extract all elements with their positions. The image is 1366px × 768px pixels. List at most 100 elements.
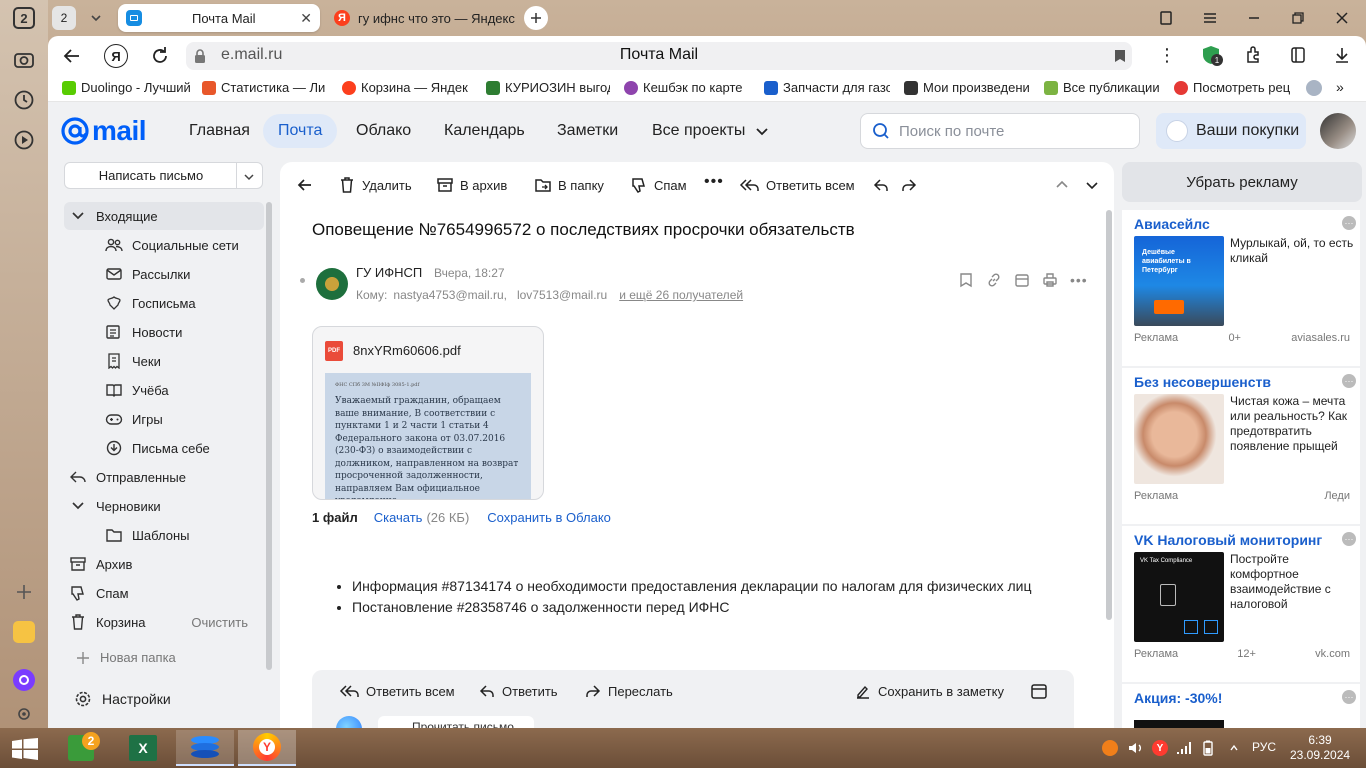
download-icon[interactable] — [1332, 45, 1352, 65]
sidebar-item[interactable]: Рассылки — [64, 260, 264, 288]
sidebar-item[interactable]: Чеки — [64, 347, 264, 375]
bookmark-item[interactable]: Запчасти для газо — [764, 80, 890, 95]
close-window-icon[interactable] — [1330, 6, 1354, 30]
panel-settings-icon[interactable] — [12, 702, 36, 726]
recipient-email[interactable]: lov7513@mail.ru — [517, 288, 607, 302]
nav-home[interactable]: Главная — [174, 114, 265, 148]
screenshot-icon[interactable] — [12, 48, 36, 72]
clock[interactable]: 6:39 23.09.2024 — [1290, 733, 1350, 763]
new-tab-button[interactable] — [524, 6, 548, 30]
next-letter-icon[interactable] — [1084, 174, 1100, 196]
attachment-card[interactable]: PDF 8nxYRm60606.pdf ФНС СПб 3М №IIФIф 30… — [312, 326, 544, 500]
archive-button[interactable]: В архив — [436, 174, 507, 196]
sidebar-item[interactable]: Архив — [64, 550, 264, 578]
nav-notes[interactable]: Заметки — [542, 114, 633, 148]
nav-mail[interactable]: Почта — [263, 114, 338, 148]
move-button[interactable]: В папку — [534, 174, 604, 196]
nav-all-projects[interactable]: Все проекты — [637, 114, 784, 148]
more-actions-icon[interactable]: ••• — [704, 171, 724, 193]
empty-trash-button[interactable]: Очистить — [191, 615, 248, 630]
sidebar-item[interactable]: Учёба — [64, 376, 264, 404]
menu-icon[interactable] — [1198, 6, 1222, 30]
restore-icon[interactable] — [1286, 6, 1310, 30]
minimize-icon[interactable] — [1242, 6, 1266, 30]
mail-logo[interactable]: mail — [60, 114, 147, 148]
sidebar-scrollbar[interactable] — [266, 202, 272, 670]
taskbar-app-stack[interactable] — [176, 730, 234, 766]
adblock-extension-icon[interactable]: 1 — [1200, 44, 1223, 66]
more-recipients-link[interactable]: и ещё 26 получателей — [619, 288, 743, 302]
tab-counter-button[interactable]: 2 — [12, 6, 36, 30]
avatar[interactable] — [1320, 113, 1356, 149]
back-arrow-icon[interactable] — [60, 44, 84, 68]
bookmark-item[interactable]: Статистика — Ли — [202, 80, 328, 95]
ad-menu-icon[interactable]: ··· — [1342, 532, 1356, 546]
letter-scrollbar[interactable] — [1106, 210, 1112, 620]
profile-bookmark-icon[interactable] — [1306, 80, 1322, 96]
more-icon[interactable]: ••• — [1070, 272, 1088, 288]
prev-letter-icon[interactable] — [1054, 174, 1070, 196]
yandex-tray-icon[interactable]: Y — [1152, 740, 1168, 756]
calendar-icon[interactable] — [1014, 272, 1030, 288]
nav-calendar[interactable]: Календарь — [429, 114, 540, 148]
remove-ads-button[interactable]: Убрать рекламу — [1122, 162, 1362, 202]
ad-menu-icon[interactable]: ··· — [1342, 216, 1356, 230]
sidebar-item[interactable]: Корзина Очистить — [64, 608, 264, 636]
ad-menu-icon[interactable]: ··· — [1342, 690, 1356, 704]
compose-button[interactable]: Написать письмо — [64, 162, 263, 189]
network-icon[interactable] — [1176, 741, 1192, 755]
back-button[interactable] — [296, 174, 314, 196]
taskbar-app-excel[interactable]: X — [114, 730, 172, 766]
reply-all-button[interactable]: Ответить всем — [738, 174, 855, 196]
alice-icon[interactable] — [12, 668, 36, 692]
link-icon[interactable] — [986, 272, 1002, 288]
bookmark-item[interactable]: Duolingo - Лучший — [62, 80, 190, 95]
bookmark-item[interactable]: Посмотреть рец — [1174, 80, 1302, 95]
tab-yandex-search[interactable]: Я гу ифнс что это — Яндекс — [326, 4, 526, 32]
bookmark-icon[interactable] — [1114, 49, 1126, 63]
bookmark-item[interactable]: Корзина — Яндекс — [342, 80, 468, 95]
tray-app-icon[interactable] — [1102, 740, 1118, 756]
download-link[interactable]: Скачать — [374, 510, 423, 525]
ad-card[interactable]: Без несовершенств ··· Чистая кожа – мечт… — [1122, 368, 1360, 524]
delete-button[interactable]: Удалить — [338, 174, 412, 196]
collections-panel-icon[interactable] — [1288, 45, 1308, 65]
collections-icon[interactable] — [1154, 6, 1178, 30]
read-letter-chip[interactable]: Прочитать письмо — [378, 716, 534, 728]
sidebar-item[interactable]: Письма себе — [64, 434, 264, 462]
url-bar[interactable]: e.mail.ru Почта Mail — [186, 42, 1132, 70]
tabs-dropdown-icon[interactable] — [84, 6, 108, 30]
ad-card[interactable]: Авиасейлс ··· Дешёвые авиабилеты в Петер… — [1122, 210, 1360, 366]
add-panel-icon[interactable] — [12, 580, 36, 604]
history-icon[interactable] — [12, 88, 36, 112]
save-cloud-link[interactable]: Сохранить в Облако — [487, 510, 611, 525]
ad-card[interactable]: VK Налоговый мониторинг ··· VK Tax Compl… — [1122, 526, 1360, 682]
reply-button[interactable] — [872, 174, 890, 196]
sidebar-item[interactable]: Игры — [64, 405, 264, 433]
calendar-bottom-icon[interactable] — [1030, 680, 1048, 702]
sidebar-item[interactable]: Спам — [64, 579, 264, 607]
tab-group-counter[interactable]: 2 — [52, 6, 76, 30]
forward-button[interactable] — [900, 174, 918, 196]
sidebar-item[interactable]: Входящие — [64, 202, 264, 230]
ad-menu-icon[interactable]: ··· — [1342, 374, 1356, 388]
assistant-icon[interactable] — [336, 716, 362, 728]
settings-button[interactable]: Настройки — [74, 690, 171, 708]
taskbar-app-yandex-browser[interactable]: Y — [238, 730, 296, 766]
reload-icon[interactable] — [148, 44, 172, 68]
spam-button[interactable]: Спам — [630, 174, 687, 196]
bookmark-item[interactable]: Все публикации — [1044, 80, 1164, 95]
tab-mail[interactable]: Почта Mail ✕ — [118, 4, 320, 32]
volume-icon[interactable] — [1128, 741, 1144, 755]
taskbar-app-notes[interactable]: 2 — [52, 730, 110, 766]
purchases-button[interactable]: Ваши покупки — [1156, 113, 1306, 149]
bookmark-item[interactable]: Мои произведени — [904, 80, 1030, 95]
sidebar-item[interactable]: Шаблоны — [64, 521, 264, 549]
print-icon[interactable] — [1042, 272, 1058, 288]
language-indicator[interactable]: РУС — [1252, 740, 1276, 754]
forward-bottom-button[interactable]: Переслать — [584, 680, 673, 702]
bookmark-item[interactable]: Кешбэк по карте — [624, 80, 750, 95]
tray-chevron-icon[interactable] — [1228, 742, 1240, 754]
reply-all-bottom-button[interactable]: Ответить всем — [338, 680, 455, 702]
extensions-icon[interactable] — [1244, 45, 1264, 65]
